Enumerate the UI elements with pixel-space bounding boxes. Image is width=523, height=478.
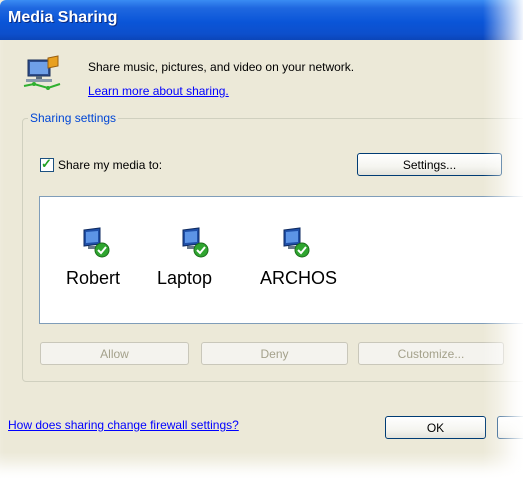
device-archos[interactable]: ARCHOS [260, 226, 337, 289]
share-media-row: ✓ Share my media to: [40, 156, 162, 172]
device-name: Robert [66, 268, 121, 288]
device-name: ARCHOS [260, 268, 338, 288]
share-media-label[interactable]: Share my media to: [58, 158, 162, 172]
share-media-checkbox[interactable]: ✓ [40, 156, 54, 172]
header-description: Share music, pictures, and video on your… [88, 60, 355, 74]
device-robert[interactable]: Robert [66, 226, 120, 289]
checkmark-icon: ✓ [41, 156, 52, 171]
ok-button[interactable]: OK [385, 416, 486, 439]
bottom-fade [0, 452, 523, 478]
media-sharing-window: Media Sharing Share music, pictures, and… [0, 0, 523, 478]
sharing-settings-label: Sharing settings [28, 111, 119, 125]
allow-button[interactable]: Allow [40, 342, 189, 365]
deny-button[interactable]: Deny [201, 342, 348, 365]
learn-more-link[interactable]: Learn more about sharing. [88, 84, 229, 98]
window-title: Media Sharing [8, 9, 118, 26]
device-name: Laptop [157, 268, 213, 288]
firewall-settings-link[interactable]: How does sharing change firewall setting… [8, 418, 239, 432]
network-computer-check-icon [83, 227, 110, 258]
network-computer-check-icon [182, 227, 209, 258]
customize-button[interactable]: Customize... [358, 342, 504, 365]
network-computer-check-icon [283, 227, 310, 258]
media-share-icon [23, 55, 61, 90]
title-bar[interactable]: Media Sharing [0, 0, 523, 40]
cancel-button-partial[interactable] [497, 416, 523, 439]
settings-button[interactable]: Settings... [357, 153, 502, 176]
device-laptop[interactable]: Laptop [157, 226, 212, 289]
